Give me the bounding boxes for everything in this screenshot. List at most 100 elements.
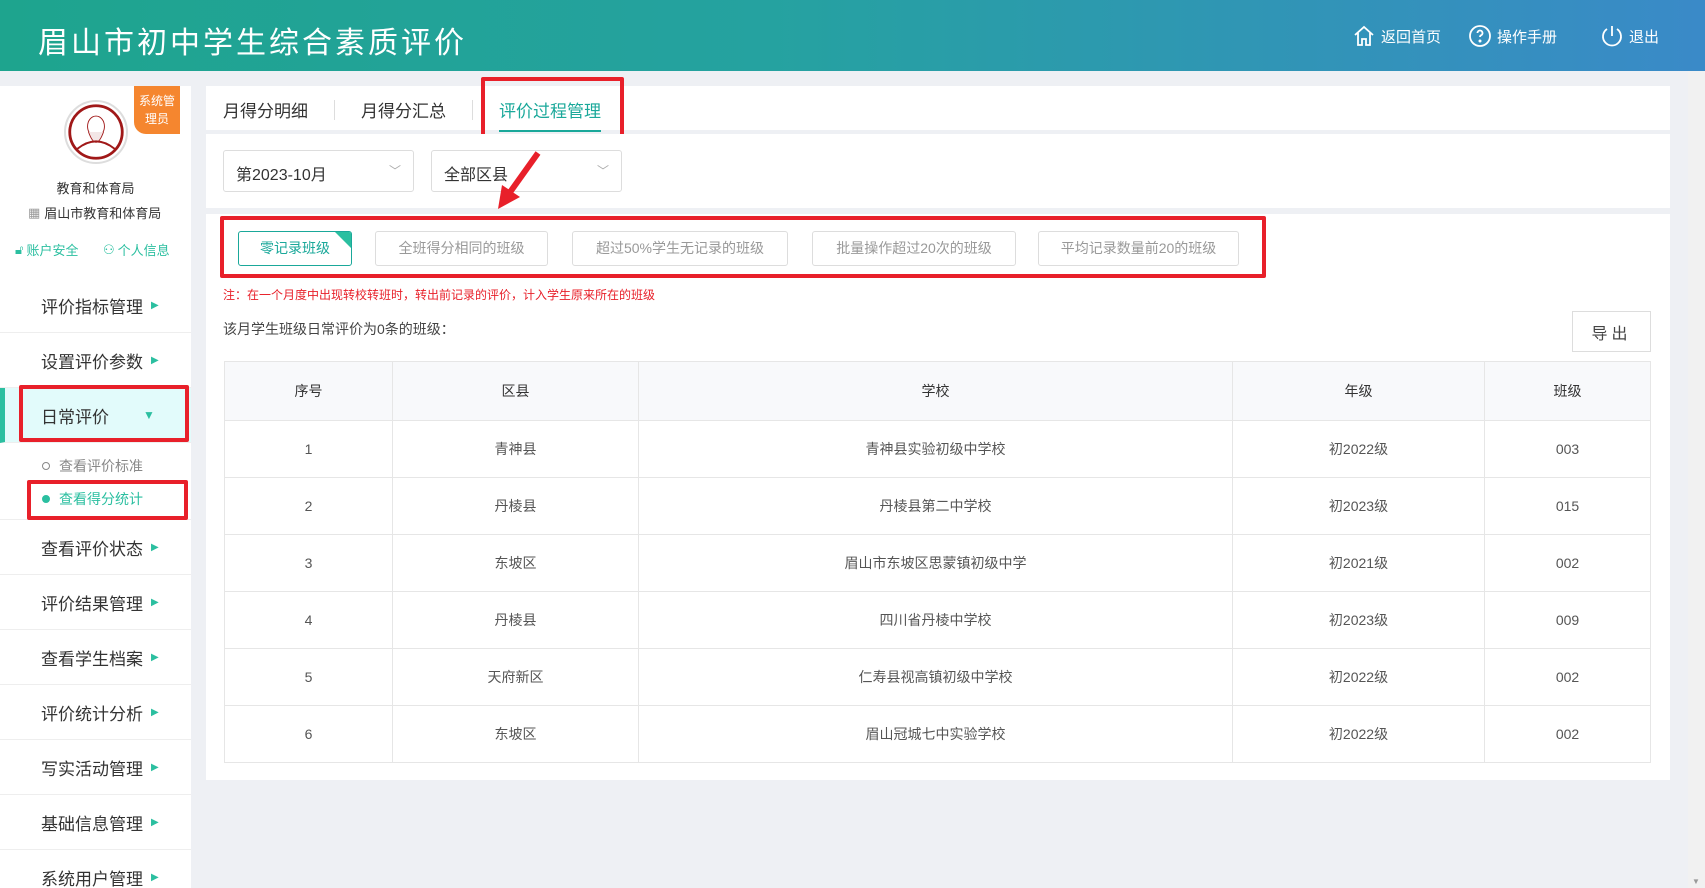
month-value: 第2023-10月 — [236, 167, 327, 184]
col-school: 学校 — [638, 361, 1233, 421]
menu-item-eval-status[interactable]: 查看评价状态 ▶ — [0, 520, 191, 575]
menu-item-results[interactable]: 评价结果管理 ▶ — [0, 575, 191, 630]
menu-label: 日常评价 — [41, 407, 109, 427]
tab-monthly-summary[interactable]: 月得分汇总 — [361, 97, 446, 130]
home-link[interactable]: 返回首页 — [1352, 24, 1441, 48]
home-icon — [1354, 25, 1374, 46]
table-cell: 1 — [224, 420, 393, 478]
table-row: 4 丹棱县 四川省丹棱中学校 初2023级 009 — [224, 591, 1651, 649]
table-cell: 6 — [224, 705, 393, 763]
caret-right-icon: ▶ — [151, 816, 159, 828]
menu-label: 设置评价参数 — [41, 352, 143, 372]
building-icon: ▦ — [28, 204, 41, 220]
lock-icon: 🔓︎ — [15, 241, 24, 257]
check-corner-icon: ✓ — [335, 232, 351, 260]
table-cell: 5 — [224, 648, 393, 706]
month-select[interactable]: 第2023-10月 ﹀ — [223, 150, 414, 192]
filter-same-score[interactable]: 全班得分相同的班级 — [375, 231, 548, 266]
table-cell: 初2022级 — [1232, 705, 1485, 763]
account-security-label: 账户安全 — [26, 243, 79, 258]
table-cell: 002 — [1484, 705, 1651, 763]
col-grade: 年级 — [1232, 361, 1485, 421]
table-row: 3 东坡区 眉山市东坡区思蒙镇初级中学 初2021级 002 — [224, 534, 1651, 592]
menu-label: 查看评价状态 — [41, 539, 143, 559]
red-arrow-icon — [498, 151, 541, 209]
top-header: 眉山市初中学生综合素质评价 返回首页 操作手册 退出 — [0, 0, 1705, 71]
table-cell: 4 — [224, 591, 393, 649]
personal-info-label: 个人信息 — [117, 243, 170, 258]
caret-right-icon: ▶ — [151, 541, 159, 553]
menu-item-daily-eval[interactable]: 日常评价 ▼ — [0, 388, 191, 443]
filter-label: 超过50%学生无记录的班级 — [595, 240, 765, 256]
filter-label: 全班得分相同的班级 — [398, 240, 525, 256]
filter-panel: 第2023-10月 ﹀ 全部区县 ﹀ — [206, 134, 1670, 208]
tab-process-management[interactable]: 评价过程管理 — [499, 97, 601, 132]
result-label: 该月学生班级日常评价为0条的班级： — [223, 321, 455, 337]
menu-label: 基础信息管理 — [41, 814, 143, 834]
org-label: 眉山市教育和体育局 — [44, 206, 162, 221]
user-icon: ⚇ — [103, 241, 115, 257]
avatar — [64, 100, 128, 164]
table-cell: 初2023级 — [1232, 591, 1485, 649]
menu-item-indicators[interactable]: 评价指标管理 ▶ — [0, 278, 191, 333]
menu-item-analysis[interactable]: 评价统计分析 ▶ — [0, 685, 191, 740]
menu-item-users[interactable]: 系统用户管理 ▶ — [0, 850, 191, 888]
manual-link-label: 操作手册 — [1497, 28, 1558, 46]
filter-batch-over-20[interactable]: 批量操作超过20次的班级 — [812, 231, 1016, 266]
menu-label: 评价结果管理 — [41, 594, 143, 614]
app-title: 眉山市初中学生综合素质评价 — [38, 26, 467, 61]
transfer-note: 注：在一个月度中出现转校转班时，转出前记录的评价，计入学生原来所在的班级 — [223, 288, 656, 302]
filter-top-20-avg[interactable]: 平均记录数量前20的班级 — [1038, 231, 1239, 266]
table-cell: 丹棱县 — [392, 477, 639, 535]
table-cell: 2 — [224, 477, 393, 535]
filter-label: 批量操作超过20次的班级 — [836, 240, 992, 256]
menu-label: 查看学生档案 — [41, 649, 143, 669]
logout-link[interactable]: 退出 — [1600, 24, 1659, 48]
caret-right-icon: ▶ — [151, 651, 159, 663]
table-cell: 东坡区 — [392, 705, 639, 763]
radio-dot-icon — [42, 461, 50, 470]
tab-bar: 月得分明细 月得分汇总 评价过程管理 — [206, 86, 1670, 132]
manual-link[interactable]: 操作手册 — [1468, 24, 1557, 48]
caret-down-icon: ▼ — [143, 408, 155, 422]
table-cell: 青神县实验初级中学校 — [638, 420, 1233, 478]
tab-monthly-detail[interactable]: 月得分明细 — [223, 97, 308, 130]
account-security-link[interactable]: 🔓︎ 账户安全 — [15, 240, 78, 259]
table-cell: 天府新区 — [392, 648, 639, 706]
menu-item-activities[interactable]: 写实活动管理 ▶ — [0, 740, 191, 795]
table-row: 1 青神县 青神县实验初级中学校 初2022级 003 — [224, 420, 1651, 478]
filter-zero-record[interactable]: 零记录班级 ✓ — [238, 231, 352, 266]
table-cell: 初2022级 — [1232, 420, 1485, 478]
menu-label: 写实活动管理 — [41, 759, 143, 779]
personal-info-link[interactable]: ⚇ 个人信息 — [103, 240, 170, 259]
table-cell: 丹棱县 — [392, 591, 639, 649]
menu-item-student-files[interactable]: 查看学生档案 ▶ — [0, 630, 191, 685]
org-name: ▦ 眉山市教育和体育局 — [28, 203, 161, 222]
table-cell: 003 — [1484, 420, 1651, 478]
caret-right-icon: ▶ — [151, 761, 159, 773]
table-cell: 丹棱县第二中学校 — [638, 477, 1233, 535]
scroll-down-icon[interactable]: ▼ — [1692, 877, 1700, 886]
filter-over-50-no-record[interactable]: 超过50%学生无记录的班级 — [572, 231, 788, 266]
radio-dot-icon — [42, 494, 50, 503]
submenu-score-stats[interactable]: 查看得分统计 — [0, 482, 191, 515]
table-cell: 002 — [1484, 534, 1651, 592]
page-scrollbar[interactable]: ▼ — [1688, 71, 1705, 888]
submenu-label: 查看得分统计 — [59, 490, 143, 507]
table-row: 5 天府新区 仁寿县视高镇初级中学校 初2022级 002 — [224, 648, 1651, 706]
sidebar: 系统管理员 教育和体育局 ▦ 眉山市教育和体育局 🔓︎ 账户安全 ⚇ 个人信息 评价指… — [0, 86, 191, 888]
power-icon — [1602, 26, 1622, 47]
submenu-view-standards[interactable]: 查看评价标准 — [0, 449, 191, 482]
table-cell: 眉山冠城七中实验学校 — [638, 705, 1233, 763]
submenu-label: 查看评价标准 — [59, 457, 143, 474]
table-cell: 眉山市东坡区思蒙镇初级中学 — [638, 534, 1233, 592]
table-cell: 四川省丹棱中学校 — [638, 591, 1233, 649]
table-row: 2 丹棱县 丹棱县第二中学校 初2023级 015 — [224, 477, 1651, 535]
side-menu: 评价指标管理 ▶ 设置评价参数 ▶ 日常评价 ▼ 查看评价标准 查看得分统计 查看评价… — [0, 278, 191, 888]
caret-right-icon: ▶ — [151, 596, 159, 608]
menu-item-params[interactable]: 设置评价参数 ▶ — [0, 333, 191, 388]
export-button[interactable]: 导出 — [1572, 311, 1651, 352]
table-cell: 002 — [1484, 648, 1651, 706]
menu-item-basic-info[interactable]: 基础信息管理 ▶ — [0, 795, 191, 850]
filter-label: 平均记录数量前20的班级 — [1060, 240, 1217, 256]
